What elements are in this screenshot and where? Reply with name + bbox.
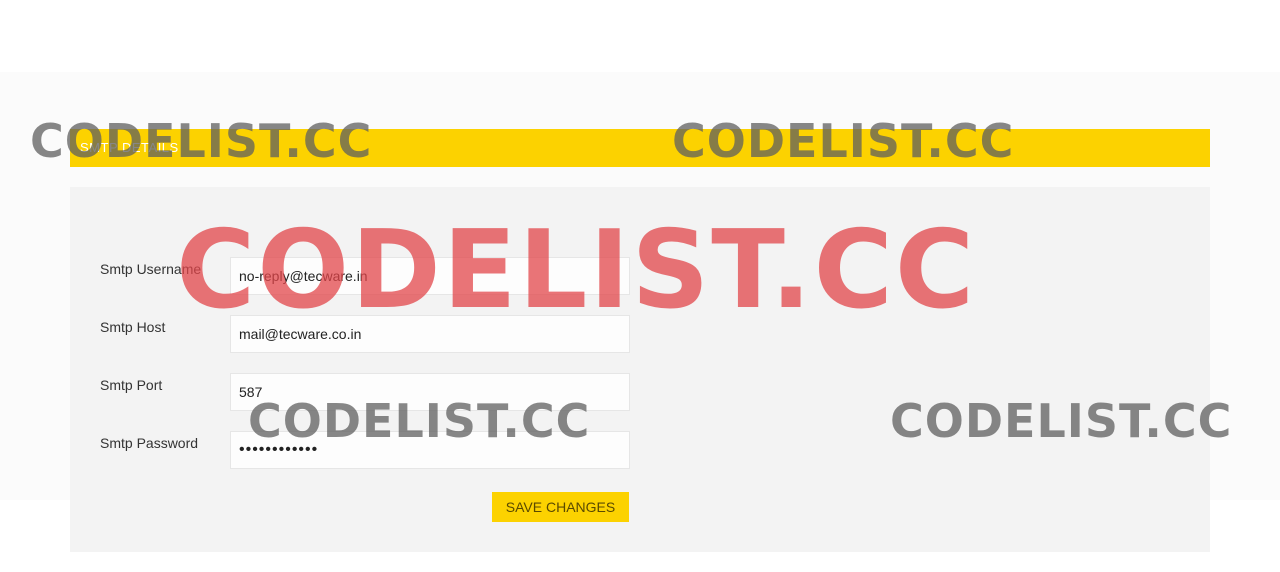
save-changes-button[interactable]: SAVE CHANGES bbox=[492, 492, 629, 522]
smtp-password-label: Smtp Password bbox=[100, 435, 199, 451]
smtp-host-input[interactable] bbox=[230, 315, 630, 353]
section-header: SMTP DETAILS bbox=[70, 129, 1210, 167]
smtp-password-input[interactable] bbox=[230, 431, 630, 469]
smtp-username-input[interactable] bbox=[230, 257, 630, 295]
section-title: SMTP DETAILS bbox=[80, 140, 179, 155]
smtp-port-input[interactable] bbox=[230, 373, 630, 411]
smtp-port-label: Smtp Port bbox=[100, 377, 163, 393]
smtp-host-label: Smtp Host bbox=[100, 319, 166, 335]
smtp-username-label: Smtp Username bbox=[100, 261, 202, 277]
smtp-form-panel: Smtp Username Smtp Host Smtp Port Smtp P… bbox=[70, 187, 1210, 552]
